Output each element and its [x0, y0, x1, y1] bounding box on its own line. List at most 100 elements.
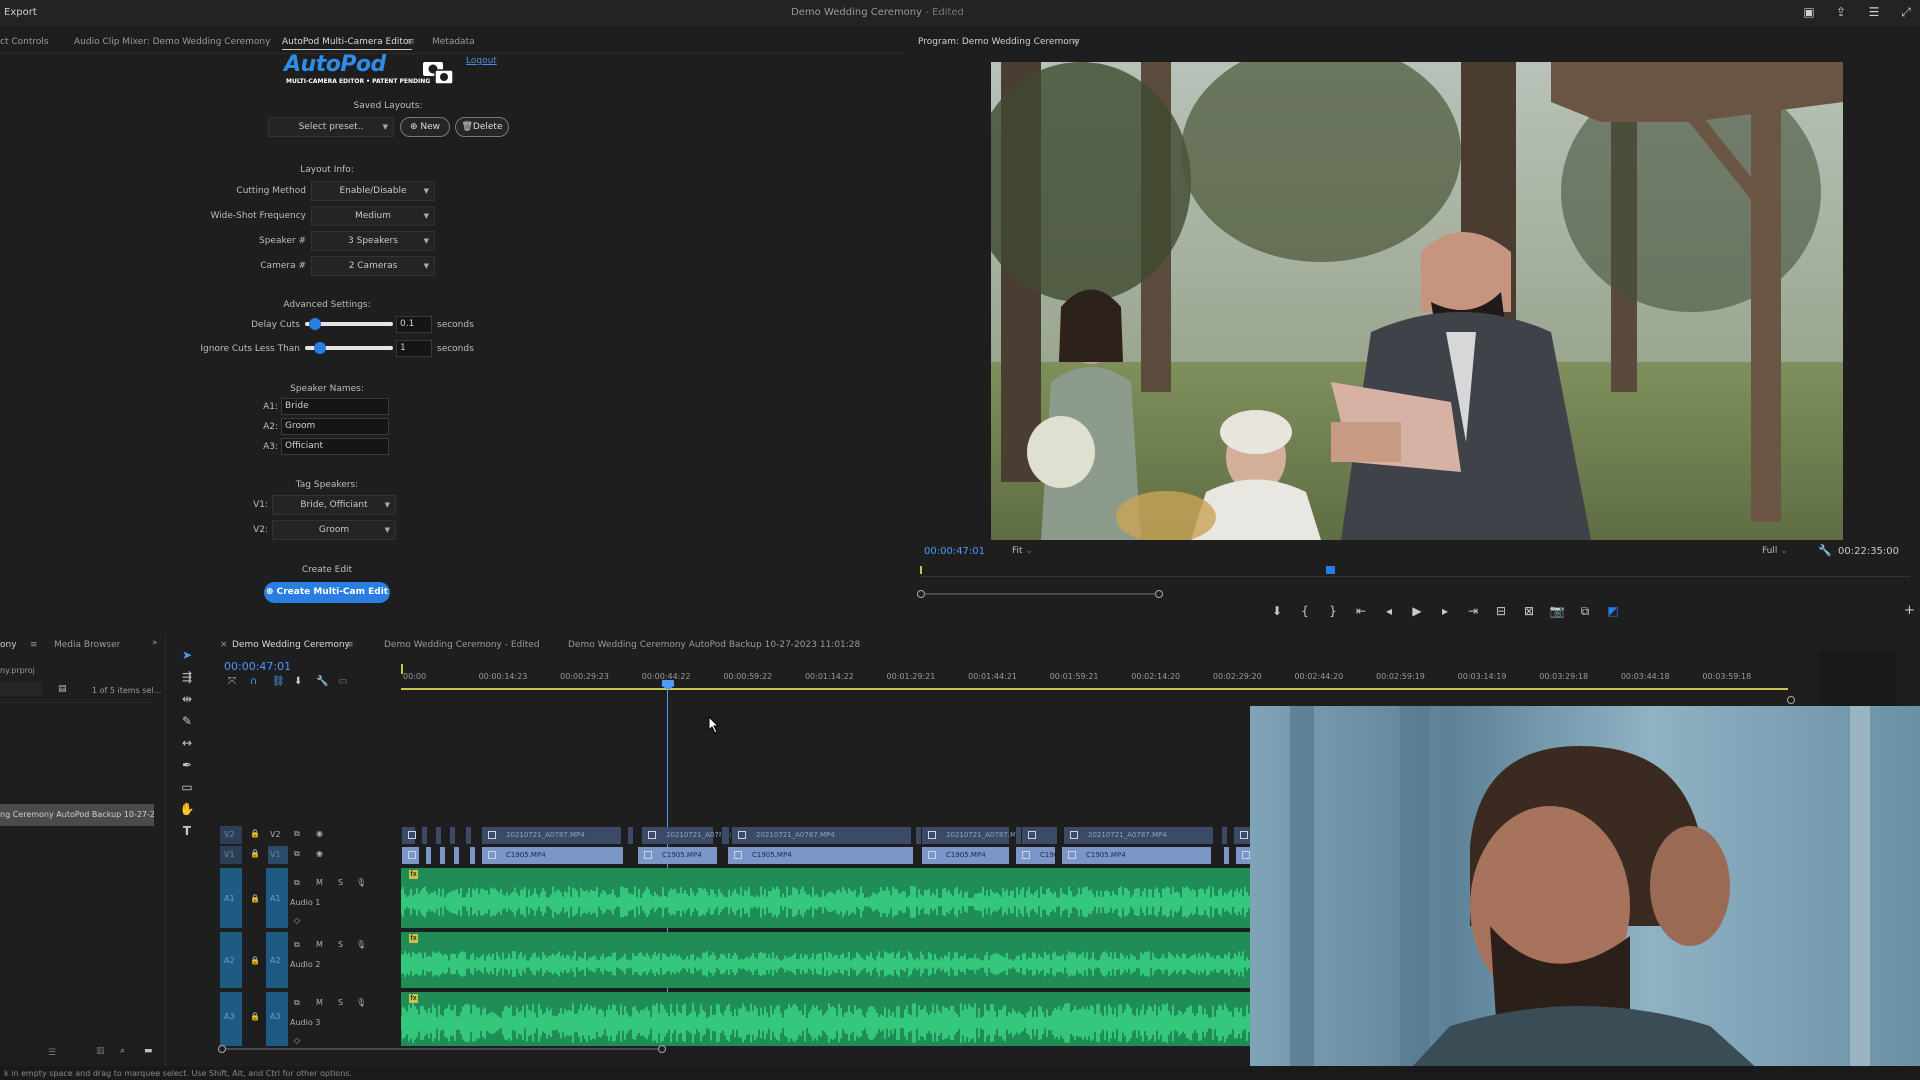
type-tool-icon[interactable]: T — [178, 824, 196, 842]
track-select-tool-icon[interactable]: ⇶ — [178, 670, 196, 688]
tab-metadata[interactable]: Metadata — [432, 37, 475, 47]
workspaces-icon[interactable]: ▣ — [1801, 5, 1817, 21]
logout-link[interactable]: Logout — [466, 56, 497, 66]
nest-toggle-icon[interactable]: ⤧ — [228, 676, 236, 687]
solo-button[interactable]: S — [338, 940, 343, 949]
pen-tool-icon[interactable]: ✒ — [178, 758, 196, 776]
lock-icon[interactable]: 🔒 — [250, 1012, 260, 1021]
mute-button[interactable]: M — [316, 940, 323, 949]
ripple-edit-tool-icon[interactable]: ⇹ — [178, 692, 196, 710]
go-to-in-icon[interactable]: ⇤ — [1352, 604, 1370, 618]
timeline-settings-icon[interactable]: 🔧 — [316, 676, 328, 687]
mute-button[interactable]: M — [316, 998, 323, 1007]
close-tab-icon[interactable]: × — [220, 640, 228, 650]
audio-3-clip[interactable]: fx — [401, 992, 1251, 1046]
tab-menu-icon[interactable]: ≡ — [407, 37, 415, 47]
sync-lock-icon[interactable]: ⧉ — [294, 940, 300, 950]
lock-icon[interactable]: 🔒 — [250, 849, 260, 858]
v1-clip[interactable]: C1905.MP4 — [1015, 847, 1080, 864]
linked-selection-icon[interactable]: ⛓ — [272, 676, 285, 687]
multicam-toggle-icon[interactable]: ◩ — [1604, 604, 1622, 618]
program-playhead[interactable] — [1325, 566, 1335, 574]
v2-clip[interactable]: 20210721_A0787.MP4 — [731, 827, 911, 844]
v1-clip[interactable] — [401, 847, 419, 864]
project-item-selected[interactable]: ng Ceremony AutoPod Backup 10-27-20 — [0, 804, 154, 826]
v2-clip[interactable] — [465, 827, 471, 844]
hand-tool-icon[interactable]: ✋ — [178, 802, 196, 820]
program-tab[interactable]: Program: Demo Wedding Ceremony — [918, 37, 1080, 47]
v2-clip[interactable] — [401, 827, 416, 844]
comparison-view-icon[interactable]: ⧉ — [1576, 604, 1594, 619]
zoom-scrollbar[interactable] — [917, 590, 1163, 598]
quality-select[interactable]: Full ⌄ — [1762, 546, 1806, 560]
speaker-a3-input[interactable]: Officiant — [281, 438, 389, 455]
v2-clip[interactable] — [421, 827, 427, 844]
tab-sequence-backup[interactable]: Demo Wedding Ceremony AutoPod Backup 10-… — [568, 640, 860, 650]
v1-clip[interactable] — [453, 847, 459, 864]
keyframe-icon[interactable]: ◇ — [294, 1036, 300, 1045]
play-icon[interactable]: ▶ — [1408, 604, 1426, 618]
sync-lock-icon[interactable]: ⧉ — [294, 878, 300, 888]
v2-clip[interactable]: 20210721_A0787.MP4 — [481, 827, 621, 844]
selection-tool-icon[interactable]: ➤ — [178, 648, 196, 666]
v2-clip[interactable]: 20210721_A0787.MP4 — [1063, 827, 1213, 844]
razor-tool-icon[interactable]: ✎ — [178, 714, 196, 732]
tag-v2-select[interactable]: Groom ▼ — [272, 520, 396, 540]
freeform-view-icon[interactable]: ▥ — [96, 1046, 105, 1056]
v2-clip[interactable] — [1233, 827, 1251, 844]
tab-project[interactable]: ony — [0, 640, 17, 650]
v2-clip[interactable] — [449, 827, 455, 844]
tag-v1-select[interactable]: Bride, Officiant ▼ — [272, 495, 396, 515]
new-folder-icon[interactable]: ▬ — [144, 1046, 153, 1056]
fit-select[interactable]: Fit ⌄ — [1012, 546, 1058, 560]
mark-in-icon[interactable]: { — [1296, 604, 1314, 618]
rectangle-tool-icon[interactable]: ▭ — [178, 780, 196, 798]
sync-lock-icon[interactable]: ⧉ — [294, 849, 300, 859]
v1-clip[interactable]: C1905.MP4 — [481, 847, 623, 864]
v2-clip[interactable] — [1021, 827, 1057, 844]
v2-clip[interactable] — [435, 827, 441, 844]
find-icon[interactable]: ⌕ — [120, 1046, 125, 1056]
tab-audio-clip-mixer[interactable]: Audio Clip Mixer: Demo Wedding Ceremony — [74, 37, 270, 47]
project-search-input[interactable] — [0, 682, 42, 696]
eye-icon[interactable]: ◉ — [316, 849, 323, 858]
vertical-zoom-handle[interactable] — [1787, 696, 1795, 704]
v1-clip[interactable] — [1235, 847, 1251, 864]
v1-clip[interactable] — [425, 847, 431, 864]
tab-sequence-main[interactable]: Demo Wedding Ceremony — [232, 640, 350, 650]
sequence-menu-icon[interactable]: ≡ — [346, 640, 354, 650]
cutting-method-select[interactable]: Enable/Disable ▼ — [311, 181, 435, 201]
ignore-cuts-handle[interactable] — [314, 342, 327, 354]
zoom-handle-left[interactable] — [917, 590, 925, 598]
step-forward-icon[interactable]: ▸ — [1436, 604, 1454, 618]
v1-clip[interactable]: C1905.MP4 — [727, 847, 913, 864]
v1-clip[interactable]: C1905.MP4 — [637, 847, 717, 864]
lock-icon[interactable]: 🔒 — [250, 894, 260, 903]
eye-icon[interactable]: ◉ — [316, 829, 323, 838]
v1-clip[interactable] — [469, 847, 475, 864]
v1-clip[interactable] — [1223, 847, 1229, 864]
create-multicam-edit-button[interactable]: ⊕ Create Multi-Cam Edit — [264, 582, 390, 603]
speaker-count-select[interactable]: 3 Speakers ▼ — [311, 231, 435, 251]
mute-button[interactable]: M — [316, 878, 323, 887]
sync-lock-icon[interactable]: ⧉ — [294, 998, 300, 1008]
project-menu-icon[interactable]: ≡ — [30, 640, 38, 650]
program-menu-icon[interactable]: ≡ — [1072, 37, 1080, 47]
new-bin-icon[interactable]: ▤ — [58, 684, 67, 694]
microphone-icon[interactable]: 🎙 — [356, 940, 366, 949]
timeline-timecode[interactable]: 00:00:47:01 — [224, 660, 291, 673]
lock-icon[interactable]: 🔒 — [250, 956, 260, 965]
speaker-a2-input[interactable]: Groom — [281, 418, 389, 435]
list-view-icon[interactable]: ☰ — [48, 1048, 56, 1058]
v1-clip[interactable] — [439, 847, 445, 864]
timeline-scroll-left-handle[interactable] — [218, 1045, 226, 1053]
work-area-bar[interactable] — [401, 688, 1788, 690]
audio-1-clip[interactable]: fx — [401, 868, 1251, 928]
captions-icon[interactable]: ▭ — [338, 676, 347, 687]
timeline-scrollbar[interactable] — [218, 1045, 666, 1053]
sync-lock-icon[interactable]: ⧉ — [294, 829, 300, 839]
solo-button[interactable]: S — [338, 878, 343, 887]
fullscreen-icon[interactable]: ⤢ — [1898, 5, 1914, 21]
keyframe-icon[interactable]: ◇ — [294, 916, 300, 925]
delay-cuts-input[interactable]: 0.1 — [396, 316, 432, 333]
